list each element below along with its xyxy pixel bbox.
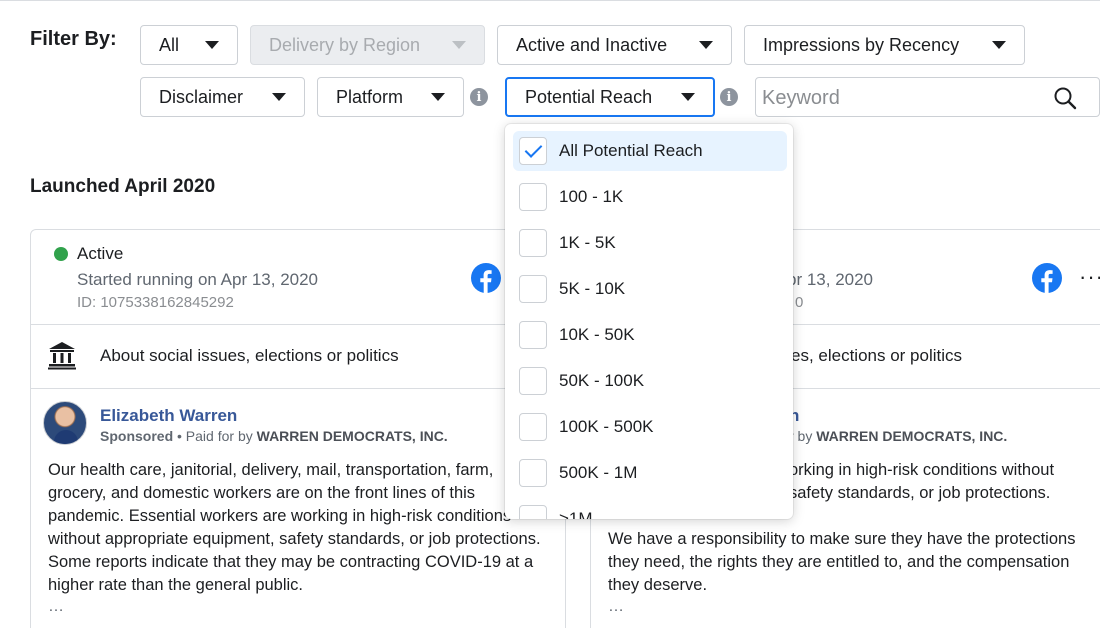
search-icon[interactable] [1053, 86, 1077, 110]
caret-down-icon [992, 41, 1006, 49]
sponsored-label: Sponsored [100, 428, 174, 444]
reach-option-over-1m[interactable]: >1M [513, 499, 787, 519]
started-running-text: Started running on Apr 13, 2020 [77, 270, 319, 289]
reach-option-label: 500K - 1M [559, 463, 638, 482]
more-options-icon[interactable]: ··· [1079, 264, 1100, 290]
reach-option-label: 100K - 500K [559, 417, 654, 436]
filter-disclaimer-label: Disclaimer [159, 86, 244, 107]
government-building-icon [48, 342, 76, 370]
reach-option-label: All Potential Reach [559, 141, 703, 160]
reach-option-5k-10k[interactable]: 5K - 10K [513, 269, 787, 309]
filter-potential-reach-label: Potential Reach [525, 86, 653, 107]
keyword-search[interactable] [755, 77, 1100, 117]
ad-card-left: Active Started running on Apr 13, 2020 I… [30, 229, 566, 628]
see-more-ellipsis[interactable]: … [48, 598, 64, 616]
caret-down-icon [272, 93, 286, 101]
sponsored-line: Sponsored • Paid for by WARREN DEMOCRATS… [100, 428, 448, 444]
advertiser-avatar[interactable] [43, 401, 87, 445]
filter-potential-reach-dropdown[interactable]: Potential Reach [505, 77, 715, 117]
reach-option-label: 50K - 100K [559, 371, 645, 390]
checkbox[interactable] [519, 321, 547, 349]
filter-all-dropdown[interactable]: All [140, 25, 238, 65]
checkbox-checked[interactable] [519, 137, 547, 165]
checkbox[interactable] [519, 183, 547, 211]
facebook-icon [471, 263, 501, 293]
reach-option-10k-50k[interactable]: 10K - 50K [513, 315, 787, 355]
section-title: Launched April 2020 [30, 176, 216, 197]
checkbox[interactable] [519, 229, 547, 257]
caret-down-icon [452, 41, 466, 49]
filter-platform-label: Platform [336, 86, 404, 107]
payer-name: WARREN DEMOCRATS, INC. [256, 428, 448, 444]
filter-by-label: Filter By: [30, 28, 117, 50]
facebook-icon [1032, 263, 1062, 293]
card-divider [31, 388, 565, 389]
filter-impressions-dropdown[interactable]: Impressions by Recency [744, 25, 1025, 65]
caret-down-icon [205, 41, 219, 49]
caret-down-icon [699, 41, 713, 49]
filter-delivery-label: Delivery by Region [269, 34, 421, 55]
reach-option-100-1k[interactable]: 100 - 1K [513, 177, 787, 217]
filter-active-inactive-dropdown[interactable]: Active and Inactive [497, 25, 732, 65]
reach-option-500k-1m[interactable]: 500K - 1M [513, 453, 787, 493]
filter-platform-dropdown[interactable]: Platform [317, 77, 464, 117]
filter-impressions-label: Impressions by Recency [763, 34, 960, 55]
checkbox[interactable] [519, 413, 547, 441]
ad-id: 0 [795, 294, 804, 311]
reach-option-label: 100 - 1K [559, 187, 624, 206]
checkbox[interactable] [519, 367, 547, 395]
payer-name: WARREN DEMOCRATS, INC. [816, 428, 1008, 444]
caret-down-icon [681, 93, 695, 101]
advertiser-name-link[interactable]: Elizabeth Warren [100, 406, 237, 426]
top-divider [0, 0, 1100, 1]
potential-reach-menu: All Potential Reach 100 - 1K 1K - 5K 5K … [505, 124, 793, 519]
paid-for-prefix: • Paid for by [173, 428, 257, 444]
started-running-text: pr 13, 2020 [787, 270, 874, 289]
filter-delivery-by-region-dropdown: Delivery by Region [250, 25, 485, 65]
filter-active-label: Active and Inactive [516, 34, 668, 55]
potential-reach-info-icon[interactable]: i [720, 88, 738, 106]
see-more-ellipsis[interactable]: … [608, 598, 624, 616]
checkbox[interactable] [519, 459, 547, 487]
ad-id: ID: 1075338162845292 [77, 294, 234, 311]
status-label: Active [77, 244, 124, 263]
filter-disclaimer-dropdown[interactable]: Disclaimer [140, 77, 305, 117]
reach-option-label: 1K - 5K [559, 233, 616, 252]
reach-option-50k-100k[interactable]: 50K - 100K [513, 361, 787, 401]
card-divider [31, 324, 565, 325]
active-status-dot [54, 247, 68, 261]
about-social-issues-text: About social issues, elections or politi… [100, 346, 399, 365]
reach-option-label: >1M [559, 509, 593, 519]
about-social-issues-text: es, elections or politics [791, 346, 963, 365]
ad-body-text-line: orking in high-risk conditions without [789, 461, 1055, 479]
paid-for-prefix: r by [789, 428, 817, 444]
reach-option-all[interactable]: All Potential Reach [513, 131, 787, 171]
checkbox[interactable] [519, 275, 547, 303]
checkbox[interactable] [519, 505, 547, 519]
filter-all-label: All [159, 34, 180, 55]
reach-option-label: 5K - 10K [559, 279, 626, 298]
reach-option-100k-500k[interactable]: 100K - 500K [513, 407, 787, 447]
caret-down-icon [431, 93, 445, 101]
ad-body-text: We have a responsibility to make sure th… [608, 530, 1076, 594]
ad-body-text: Our health care, janitorial, delivery, m… [48, 461, 541, 594]
sponsored-line: r by WARREN DEMOCRATS, INC. [789, 428, 1007, 444]
ad-body-text-line: safety standards, or job protections. [789, 484, 1051, 502]
reach-option-1k-5k[interactable]: 1K - 5K [513, 223, 787, 263]
keyword-search-input[interactable] [762, 84, 1042, 112]
reach-option-label: 10K - 50K [559, 325, 635, 344]
platform-info-icon[interactable]: i [470, 88, 488, 106]
